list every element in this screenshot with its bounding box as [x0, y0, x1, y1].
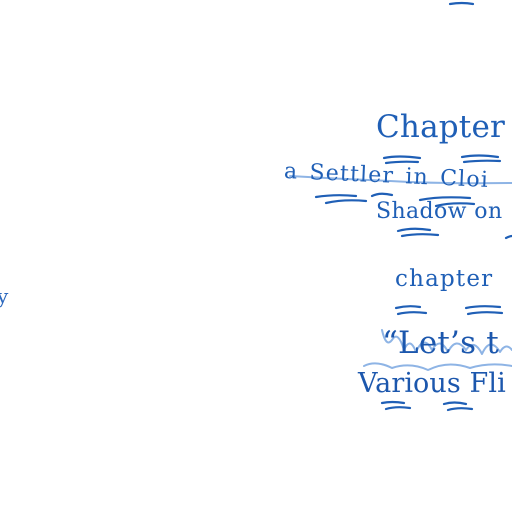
margin-mark: y: [0, 284, 9, 308]
chapter-label: chapter: [395, 266, 494, 292]
chapter-underline-strokes: [394, 305, 504, 316]
heading-underline-strokes: [382, 154, 502, 165]
document-page: Chapter I a Settler in Cloi Shadow on ch…: [0, 0, 512, 512]
top-edge-stroke: [448, 1, 475, 6]
various-underline-strokes: [380, 400, 474, 412]
subtitle-line-1: a Settler in Cloi: [283, 159, 490, 193]
quote-line: “Let’s t: [382, 325, 499, 361]
various-line: Various Fli: [358, 368, 506, 399]
chapter-heading: Chapter I: [376, 109, 512, 145]
ink-scribbles: [289, 1, 512, 412]
subtitle-line-2: Shadow on: [376, 199, 503, 224]
shadow-line-underline: [396, 227, 512, 240]
